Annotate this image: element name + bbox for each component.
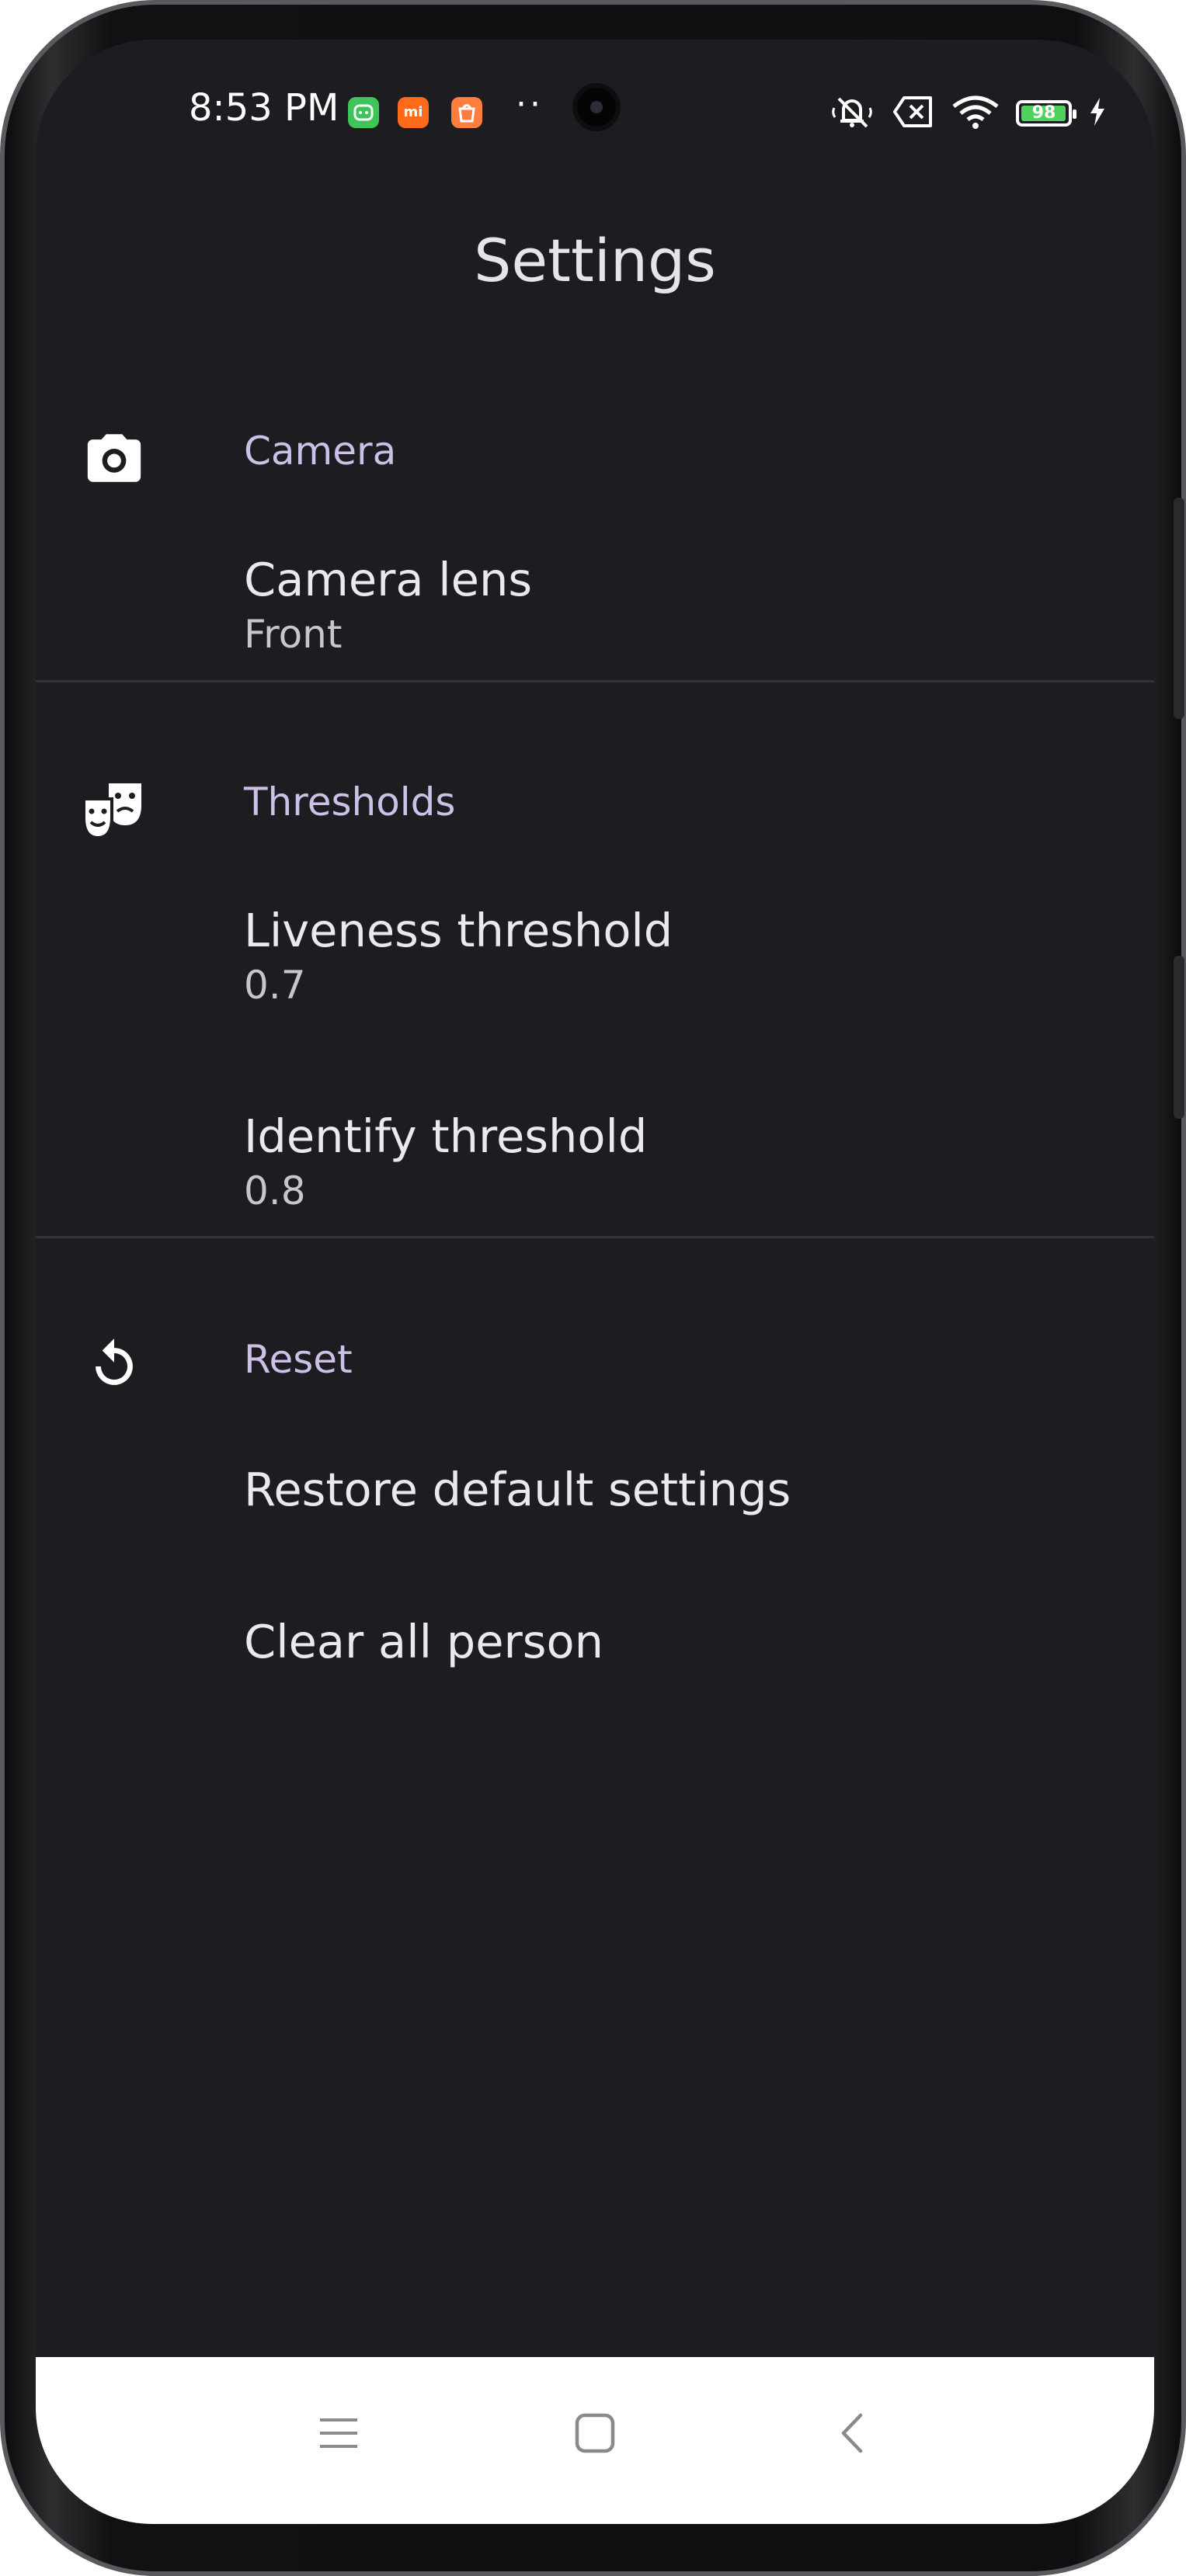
wifi-icon — [951, 94, 1000, 133]
navigation-bar — [36, 2357, 1154, 2524]
section-header-thresholds: Thresholds — [244, 779, 456, 825]
pref-title: Clear all person — [244, 1615, 603, 1668]
no-sim-icon — [892, 95, 935, 132]
section-divider — [36, 1236, 1154, 1238]
pref-liveness-threshold[interactable]: Liveness threshold 0.7 — [244, 903, 1098, 1009]
power-button — [1174, 956, 1184, 1119]
home-icon — [574, 2412, 616, 2457]
status-icons: 98 — [828, 95, 1108, 131]
screen: 8:53 PM mi ·· 98 Settings Camera Camera … — [36, 40, 1154, 2524]
home-button[interactable] — [548, 2388, 642, 2481]
menu-icon — [317, 2415, 360, 2454]
theater-masks-icon — [82, 777, 146, 841]
pref-identify-threshold[interactable]: Identify threshold 0.8 — [244, 1109, 1098, 1214]
restore-icon — [82, 1335, 146, 1398]
back-button[interactable] — [805, 2388, 898, 2481]
back-icon — [837, 2412, 865, 2457]
mute-icon — [828, 92, 876, 134]
pref-restore-default-settings[interactable]: Restore default settings — [244, 1462, 1098, 1518]
pref-camera-lens[interactable]: Camera lens Front — [244, 552, 1098, 658]
section-header-camera: Camera — [244, 429, 397, 474]
battery-icon: 98 — [1016, 100, 1076, 127]
status-bar: 8:53 PM mi ·· 98 — [36, 40, 1154, 187]
pref-title: Identify threshold — [244, 1109, 648, 1163]
charging-icon — [1087, 96, 1108, 130]
pref-title: Camera lens — [244, 553, 533, 606]
pref-clear-all-person[interactable]: Clear all person — [244, 1614, 1098, 1670]
battery-level: 98 — [1031, 103, 1056, 123]
pref-summary: 0.8 — [244, 1168, 306, 1213]
recents-button[interactable] — [292, 2388, 385, 2481]
pref-summary: 0.7 — [244, 963, 306, 1008]
front-camera-cutout — [577, 88, 616, 127]
mi-app-icon: mi — [398, 97, 429, 128]
more-notifications-indicator: ·· — [516, 85, 544, 124]
status-time: 8:53 PM — [189, 86, 339, 130]
pref-title: Liveness threshold — [244, 904, 673, 957]
section-divider — [36, 680, 1154, 682]
page-title: Settings — [474, 226, 716, 295]
mi-store-icon — [451, 97, 482, 128]
pref-title: Restore default settings — [244, 1463, 791, 1516]
volume-button — [1174, 498, 1184, 719]
pref-summary: Front — [244, 612, 343, 657]
notification-app-icon — [348, 97, 379, 128]
camera-icon — [82, 426, 146, 490]
section-header-reset: Reset — [244, 1337, 353, 1382]
phone-frame: 8:53 PM mi ·· 98 Settings Camera Camera … — [0, 0, 1186, 2576]
